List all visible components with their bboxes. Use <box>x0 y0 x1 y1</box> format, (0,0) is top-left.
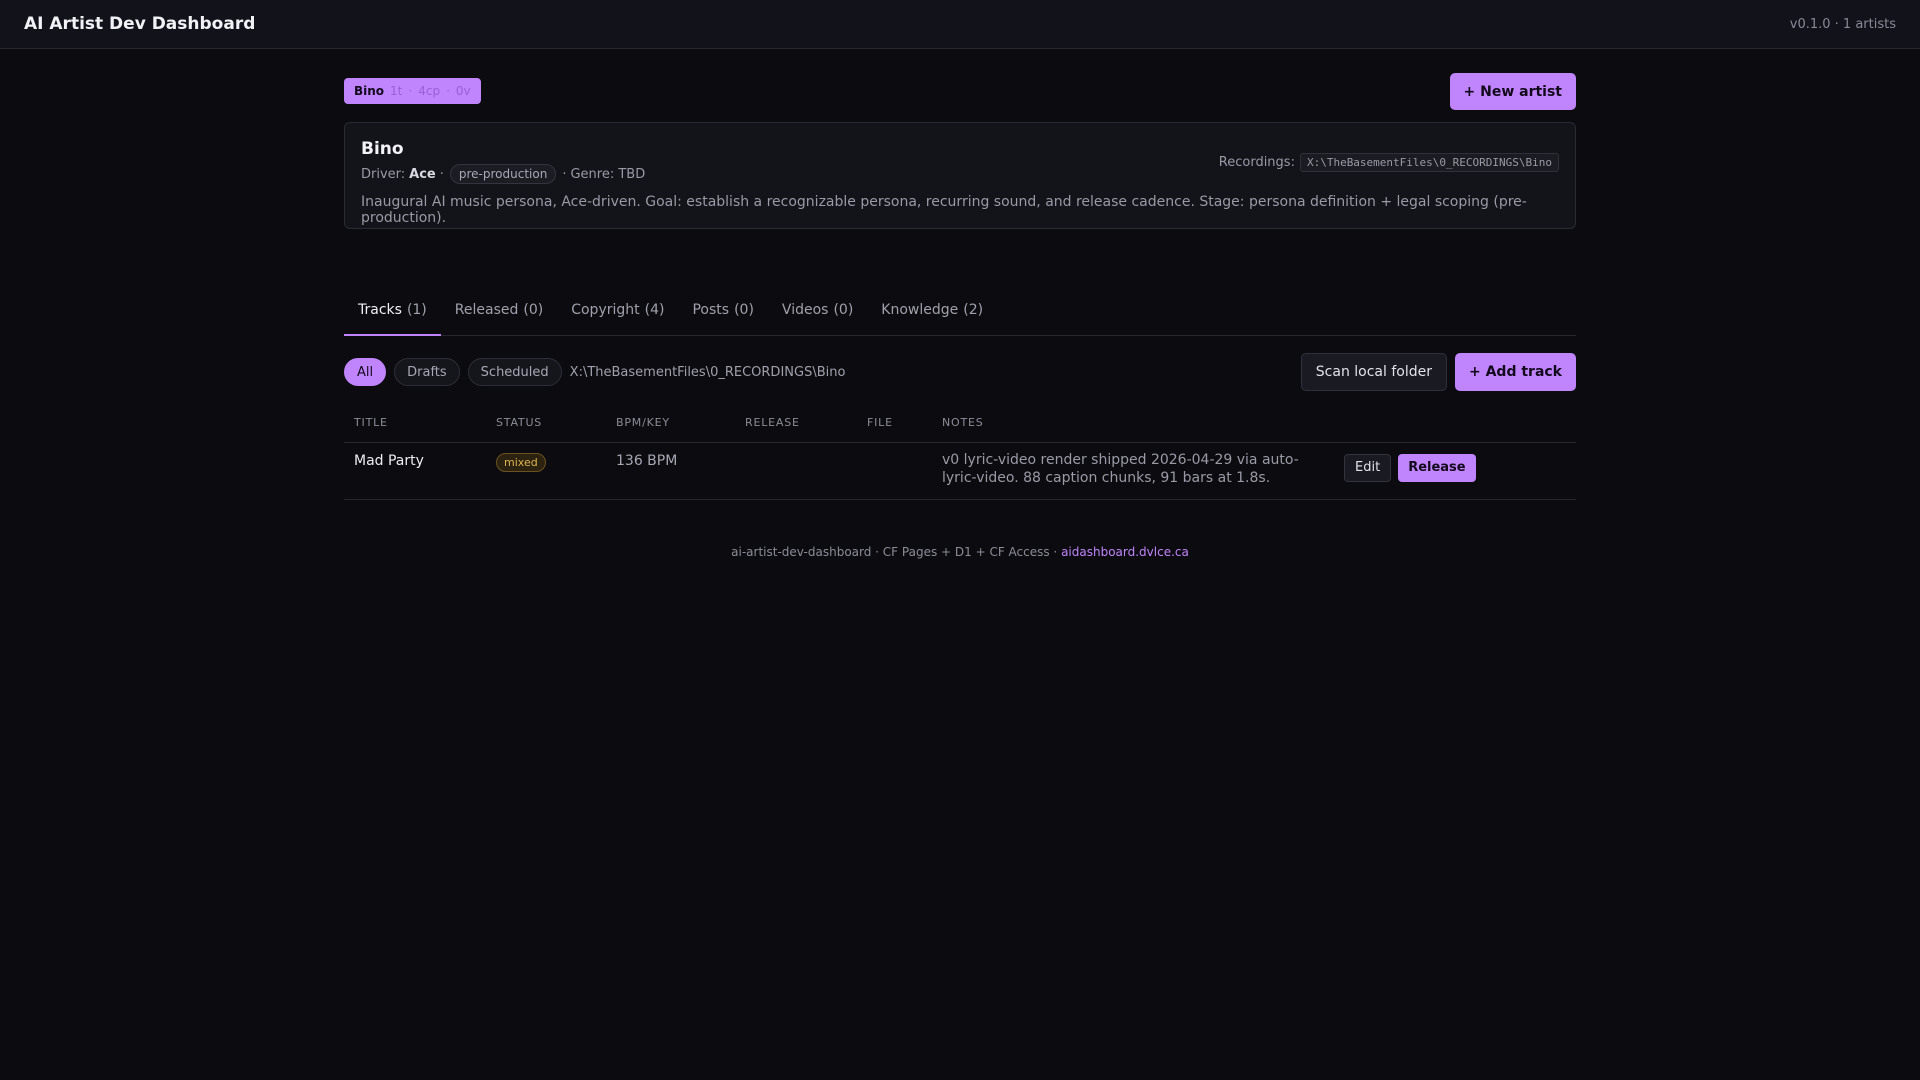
scan-local-folder-button[interactable]: Scan local folder <box>1300 353 1447 391</box>
tab-label: Posts <box>692 302 730 318</box>
track-bpm: 136 BPM <box>606 442 735 500</box>
track-status-cell: mixed <box>486 442 606 500</box>
tab-knowledge[interactable]: Knowledge (2) <box>867 285 997 335</box>
artist-chip-separator: · <box>446 84 450 98</box>
tab-copyright[interactable]: Copyright (4) <box>557 285 678 335</box>
artist-chip-name: Bino <box>354 84 385 98</box>
recordings-path: X:\TheBasementFiles\0_RECORDINGS\Bino <box>1299 153 1559 172</box>
tab-count: (2) <box>963 302 984 318</box>
add-track-button[interactable]: + Add track <box>1454 353 1576 391</box>
meta-separator: · <box>562 166 567 182</box>
app-title: AI Artist Dev Dashboard <box>24 14 256 34</box>
meta-separator: · <box>439 166 444 182</box>
driver-name: Ace <box>409 166 436 182</box>
tab-videos[interactable]: Videos (0) <box>768 285 867 335</box>
footer-text: ai-artist-dev-dashboard · CF Pages + D1 … <box>731 545 1058 559</box>
column-header-release: RELEASE <box>735 404 857 443</box>
artist-chip-videos: 0v <box>455 84 471 98</box>
column-header-status: STATUS <box>486 404 606 443</box>
recordings-info: Recordings: X:\TheBasementFiles\0_RECORD… <box>1219 153 1559 172</box>
column-header-file: FILE <box>857 404 932 443</box>
filter-row: All Drafts Scheduled X:\TheBasementFiles… <box>344 353 1576 391</box>
column-header-bpm-key: BPM/KEY <box>606 404 735 443</box>
column-header-actions <box>1334 404 1576 443</box>
footer: ai-artist-dev-dashboard · CF Pages + D1 … <box>344 545 1576 559</box>
column-header-title: TITLE <box>344 404 486 443</box>
new-artist-button[interactable]: + New artist <box>1449 73 1576 110</box>
tab-released[interactable]: Released (0) <box>441 285 557 335</box>
stage-badge: pre-production <box>449 164 557 184</box>
table-row: Mad Party mixed 136 BPM v0 lyric-video r… <box>344 442 1576 500</box>
top-bar: AI Artist Dev Dashboard v0.1.0 · 1 artis… <box>0 0 1920 49</box>
release-track-button[interactable]: Release <box>1398 453 1476 482</box>
track-actions: Scan local folder + Add track <box>1300 353 1576 391</box>
filter-all[interactable]: All <box>344 358 387 386</box>
artist-chip-tracks: 1t <box>390 84 403 98</box>
track-release <box>735 442 857 500</box>
tab-count: (0) <box>523 302 544 318</box>
footer-link[interactable]: aidashboard.dvlce.ca <box>1061 545 1189 559</box>
version-info: v0.1.0 · 1 artists <box>1789 16 1896 32</box>
driver-label: Driver: <box>361 166 406 182</box>
tab-label: Knowledge <box>881 302 959 318</box>
tab-tracks[interactable]: Tracks (1) <box>344 285 441 336</box>
artist-chip-separator: · <box>408 84 413 98</box>
row-actions: Edit Release <box>1344 453 1566 482</box>
filter-drafts[interactable]: Drafts <box>394 358 460 386</box>
recordings-label: Recordings: <box>1218 155 1295 170</box>
tab-label: Tracks <box>358 301 402 318</box>
artist-description: Inaugural AI music persona, Ace-driven. … <box>361 194 1527 226</box>
local-folder-path: X:\TheBasementFiles\0_RECORDINGS\Bino <box>569 364 846 380</box>
tab-label: Released <box>454 302 519 318</box>
tab-label: Copyright <box>571 302 640 318</box>
tracks-table: TITLE STATUS BPM/KEY RELEASE FILE NOTES … <box>344 404 1576 500</box>
tab-count: (4) <box>644 302 665 318</box>
table-header-row: TITLE STATUS BPM/KEY RELEASE FILE NOTES <box>344 404 1576 443</box>
genre-label: Genre: TBD <box>570 166 646 182</box>
artist-chip-bino[interactable]: Bino 1t · 4cp · 0v <box>344 78 481 104</box>
track-actions-cell: Edit Release <box>1334 442 1576 500</box>
tab-count: (0) <box>833 302 854 318</box>
edit-track-button[interactable]: Edit <box>1344 453 1392 482</box>
status-badge: mixed <box>496 452 546 472</box>
artist-card: Bino Driver: Ace · pre-production · Genr… <box>344 122 1576 229</box>
filter-scheduled[interactable]: Scheduled <box>467 358 562 386</box>
main-content: Bino 1t · 4cp · 0v + New artist Bino Dri… <box>344 49 1576 559</box>
track-file <box>857 442 932 500</box>
track-title: Mad Party <box>344 442 486 500</box>
tab-count: (1) <box>406 301 427 318</box>
tab-bar: Tracks (1) Released (0) Copyright (4) Po… <box>344 285 1576 336</box>
tab-count: (0) <box>734 302 754 318</box>
tab-label: Videos <box>781 302 829 318</box>
column-header-notes: NOTES <box>932 404 1334 443</box>
track-notes: v0 lyric-video render shipped 2026-04-29… <box>932 442 1334 500</box>
tab-posts[interactable]: Posts (0) <box>678 285 767 335</box>
artist-chip-copyright: 4cp <box>418 84 441 98</box>
